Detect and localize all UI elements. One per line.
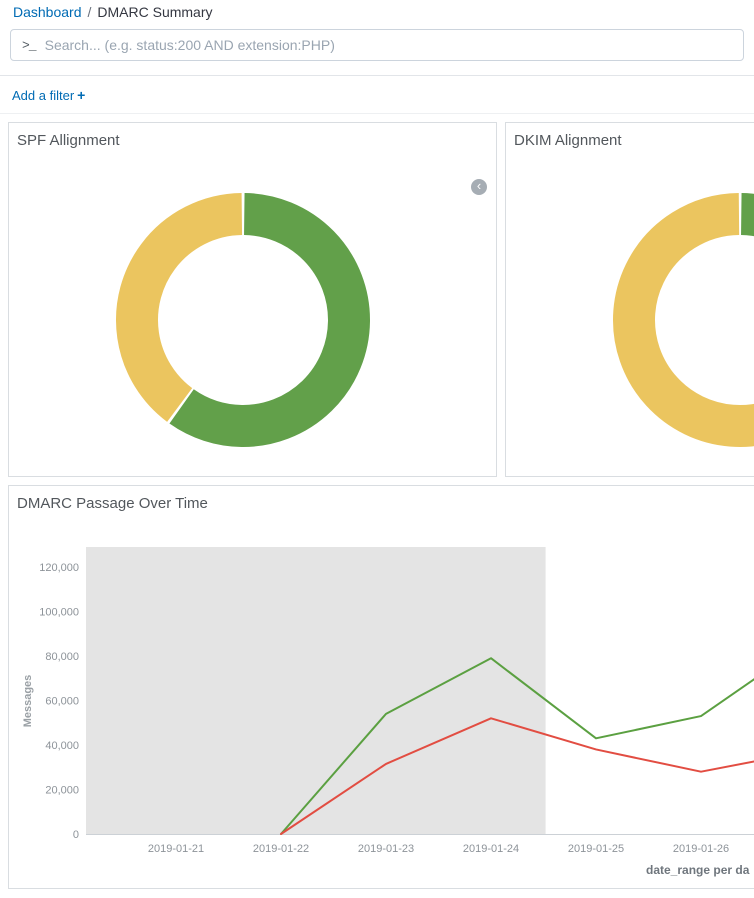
breadcrumb: Dashboard / DMARC Summary	[13, 4, 213, 20]
dmarc-passage-line-chart[interactable]: 0 20,000 40,000 60,000 80,000 100,000 120,000 2…	[9, 486, 754, 890]
plus-icon: +	[77, 87, 85, 103]
kibana-dashboard-page: { "breadcrumb": { "parent": "Dashboard",…	[0, 0, 754, 898]
query-prompt-icon: >_	[22, 38, 36, 53]
search-input[interactable]	[45, 37, 743, 53]
y-tick-label: 100,000	[39, 607, 79, 619]
breadcrumb-current: DMARC Summary	[97, 4, 212, 20]
y-tick-label: 0	[73, 829, 79, 841]
legend-toggle-icon[interactable]: ‹	[471, 179, 487, 195]
y-tick-label: 20,000	[45, 785, 79, 797]
y-tick-label: 40,000	[45, 740, 79, 752]
y-tick-label: 60,000	[45, 696, 79, 708]
dkim-donut-slice-yellow[interactable]	[600, 180, 754, 460]
y-axis-title: Messages	[22, 675, 34, 728]
dkim-panel-title: DKIM Alignment	[514, 132, 622, 149]
y-tick-label: 80,000	[45, 651, 79, 663]
filterbar-divider	[0, 113, 754, 114]
x-axis-title: date_range per da	[646, 863, 750, 877]
dmarc-passage-panel: DMARC Passage Over Time 020,00040,00060,…	[8, 485, 754, 889]
searchbar-divider	[0, 75, 754, 76]
spf-panel-title: SPF Allignment	[17, 132, 120, 149]
x-tick-label: 2019-01-25	[568, 843, 624, 855]
x-tick-label: 2019-01-21	[148, 843, 204, 855]
x-tick-label: 2019-01-26	[673, 843, 729, 855]
x-tick-label: 2019-01-24	[463, 843, 519, 855]
add-filter-link[interactable]: Add a filter+	[12, 88, 85, 103]
add-filter-label: Add a filter	[12, 88, 74, 103]
dkim-alignment-panel: DKIM Alignment ‹	[505, 122, 754, 477]
spf-donut-chart[interactable]	[103, 180, 383, 460]
time-range-shaded-region	[86, 547, 546, 834]
filter-bar: Add a filter+	[12, 87, 85, 103]
breadcrumb-separator: /	[88, 4, 92, 20]
dkim-donut-chart[interactable]	[600, 180, 754, 460]
spf-alignment-panel: SPF Allignment ‹	[8, 122, 497, 477]
y-tick-label: 120,000	[39, 562, 79, 574]
breadcrumb-dashboard-link[interactable]: Dashboard	[13, 4, 82, 20]
search-bar: >_	[10, 29, 744, 61]
x-tick-label: 2019-01-23	[358, 843, 414, 855]
x-tick-label: 2019-01-22	[253, 843, 309, 855]
